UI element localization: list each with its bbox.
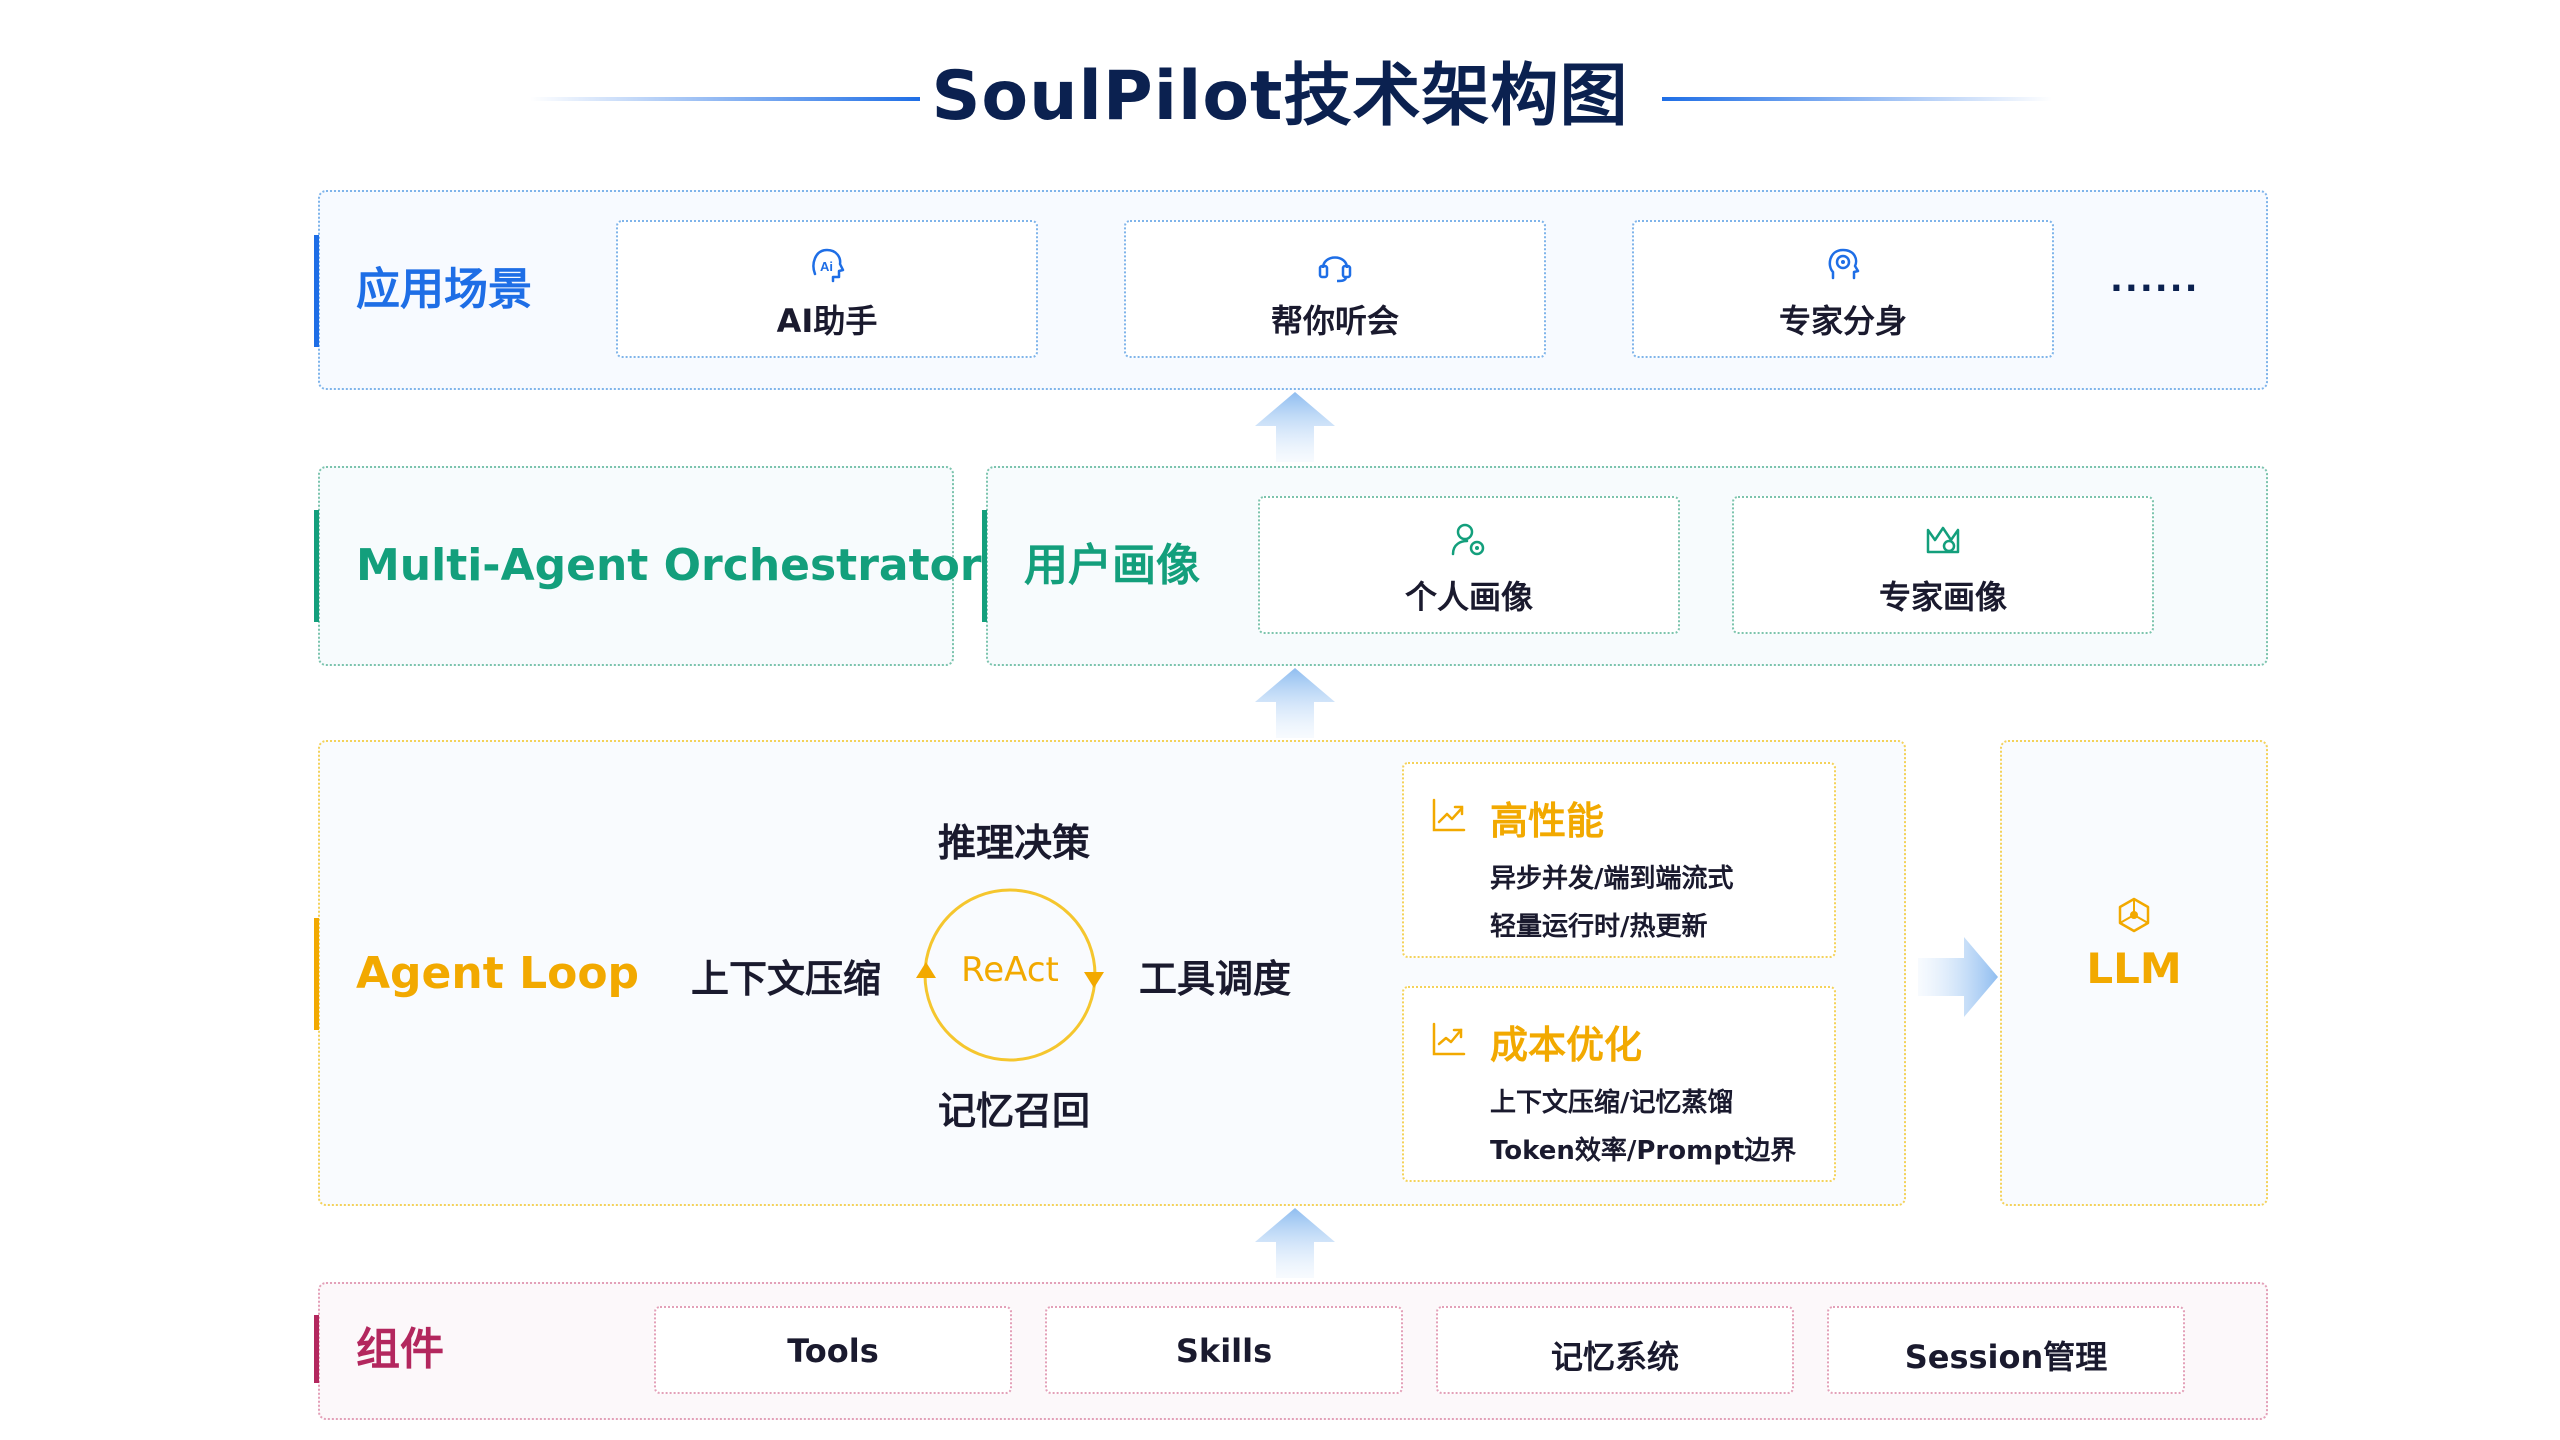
feature-line: 轻量运行时/热更新 bbox=[1490, 912, 1708, 942]
component-skills[interactable]: Skills bbox=[1045, 1306, 1403, 1394]
feature-line: 异步并发/端到端流式 bbox=[1490, 864, 1734, 894]
scene-card-expert[interactable]: 专家分身 bbox=[1632, 220, 2054, 358]
profile-card-expert[interactable]: 专家画像 bbox=[1732, 496, 2154, 634]
trend-up-icon bbox=[1430, 796, 1470, 836]
arrow-up-icon bbox=[1255, 1208, 1335, 1278]
component-session[interactable]: Session管理 bbox=[1827, 1306, 2185, 1394]
component-label: Tools bbox=[787, 1332, 879, 1370]
arrow-up-icon bbox=[1255, 392, 1335, 462]
profile-label: 用户画像 bbox=[1024, 540, 1200, 591]
llm-label: LLM bbox=[2086, 944, 2182, 993]
page-title: SoulPilot技术架构图 bbox=[931, 57, 1629, 136]
expert-head-icon bbox=[1634, 244, 2052, 288]
profile-card-label: 专家画像 bbox=[1878, 578, 2007, 616]
scenes-label: 应用场景 bbox=[356, 264, 532, 315]
scene-card-label: AI助手 bbox=[776, 302, 878, 340]
react-center-label: ReAct bbox=[961, 950, 1059, 990]
crown-icon bbox=[1734, 520, 2152, 564]
feature-title: 成本优化 bbox=[1490, 1023, 1643, 1067]
network-icon bbox=[2112, 893, 2156, 937]
components-label: 组件 bbox=[356, 1324, 444, 1375]
component-label: 记忆系统 bbox=[1550, 1338, 1679, 1376]
loop-right-tools: 工具调度 bbox=[1138, 957, 1291, 1001]
loop-left-compress: 上下文压缩 bbox=[690, 957, 881, 1001]
user-gear-icon bbox=[1260, 520, 1678, 564]
scene-card-label: 帮你听会 bbox=[1270, 302, 1399, 340]
component-label: Session管理 bbox=[1904, 1338, 2108, 1376]
feature-title: 高性能 bbox=[1490, 799, 1605, 843]
scenes-more: ...... bbox=[2110, 260, 2200, 300]
ai-head-icon: Ai bbox=[618, 244, 1036, 288]
loop-top-reasoning: 推理决策 bbox=[937, 821, 1090, 865]
arrow-up-icon bbox=[1255, 668, 1335, 738]
scene-card-meeting[interactable]: 帮你听会 bbox=[1124, 220, 1546, 358]
agent-loop-label: Agent Loop bbox=[356, 948, 640, 999]
profile-card-label: 个人画像 bbox=[1404, 578, 1533, 616]
component-memory-system[interactable]: 记忆系统 bbox=[1436, 1306, 1794, 1394]
loop-bottom-memory: 记忆召回 bbox=[937, 1089, 1090, 1133]
feature-card-performance[interactable]: 高性能 异步并发/端到端流式 轻量运行时/热更新 bbox=[1402, 762, 1836, 958]
feature-card-cost[interactable]: 成本优化 上下文压缩/记忆蒸馏 Token效率/Prompt边界 bbox=[1402, 986, 1836, 1182]
profile-card-personal[interactable]: 个人画像 bbox=[1258, 496, 1680, 634]
feature-line: 上下文压缩/记忆蒸馏 bbox=[1490, 1088, 1734, 1118]
feature-line: Token效率/Prompt边界 bbox=[1490, 1136, 1797, 1166]
arrow-right-icon bbox=[1918, 937, 1998, 1017]
component-tools[interactable]: Tools bbox=[654, 1306, 1012, 1394]
title-line-right bbox=[1662, 97, 2052, 101]
headset-icon bbox=[1126, 244, 1544, 288]
orchestrator-label: Multi-Agent Orchestrator bbox=[356, 540, 982, 591]
trend-down-icon bbox=[1430, 1020, 1470, 1060]
svg-text:Ai: Ai bbox=[820, 259, 833, 274]
scene-card-label: 专家分身 bbox=[1778, 302, 1907, 340]
component-label: Skills bbox=[1175, 1332, 1273, 1370]
scene-card-ai-assistant[interactable]: Ai AI助手 bbox=[616, 220, 1038, 358]
